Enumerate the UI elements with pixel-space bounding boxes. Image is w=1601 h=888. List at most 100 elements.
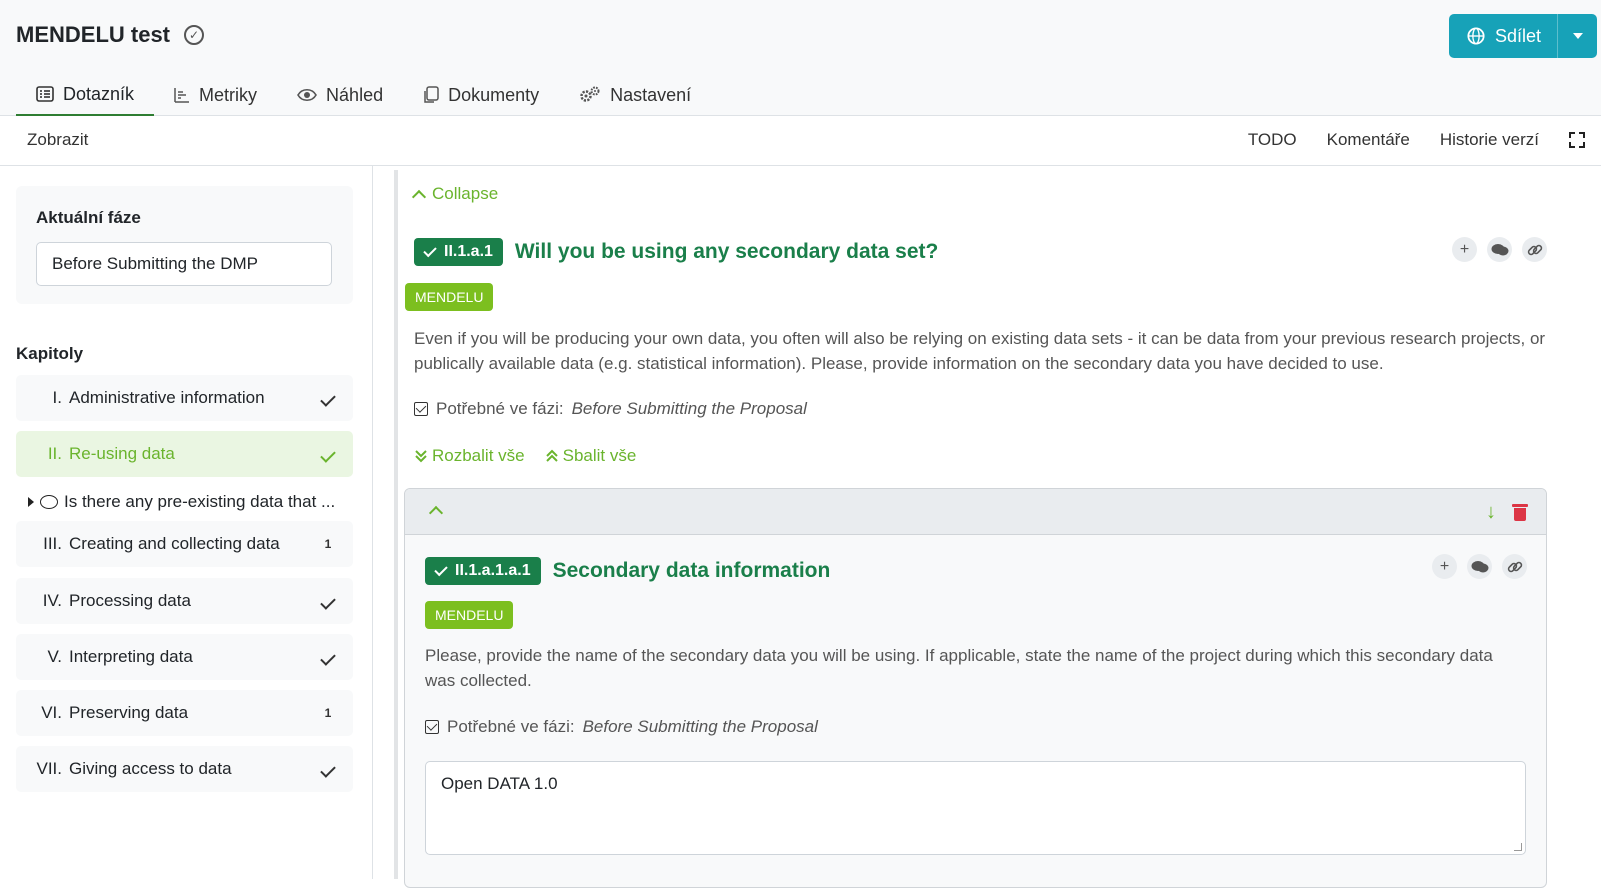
check-icon <box>320 594 336 610</box>
kb-tag: MENDELU <box>425 601 514 629</box>
collapse-all-label: Sbalit vše <box>562 446 637 465</box>
chapter-label: Administrative information <box>69 388 265 407</box>
double-chevron-down-icon <box>415 450 427 463</box>
plus-icon[interactable]: + <box>1452 237 1477 262</box>
phase-value: Before Submitting the Proposal <box>571 399 807 418</box>
chevron-up-icon <box>411 189 427 204</box>
unanswered-count: 1 <box>324 537 332 551</box>
copy-icon <box>424 86 439 103</box>
question-tree-label: Is there any pre-existing data that ... <box>64 492 336 511</box>
tab-label: Dokumenty <box>448 84 540 105</box>
status-check <box>303 444 353 464</box>
unanswered-count: 1 <box>324 706 332 720</box>
chapter-item-4[interactable]: IV. Processing data <box>16 578 353 624</box>
chapter-item-6[interactable]: VI. Preserving data 1 <box>16 690 353 736</box>
tab-dokumenty[interactable]: Dokumenty <box>403 74 559 116</box>
checkbox-icon <box>425 720 439 734</box>
chapter-item-1[interactable]: I. Administrative information <box>16 375 353 421</box>
chapter-number: II. <box>47 444 62 463</box>
collapse-button[interactable]: Collapse <box>411 184 499 204</box>
item-question-header: II.1.a.1.a.1 Secondary data information <box>425 557 830 585</box>
tab-label: Náhled <box>326 84 384 105</box>
expand-all-button[interactable]: Rozbalit vše <box>414 446 525 466</box>
tab-label: Dotazník <box>63 83 135 104</box>
questionnaire-main: Collapse II.1.a.1 Will you be using any … <box>374 166 1601 888</box>
trash-icon[interactable] <box>1512 503 1528 521</box>
chevron-up-icon[interactable] <box>428 505 444 521</box>
link-icon[interactable] <box>1502 554 1527 579</box>
check-icon <box>434 562 448 576</box>
check-circle-icon[interactable]: ✓ <box>184 25 205 45</box>
nesting-bar <box>394 170 398 879</box>
check-icon <box>320 762 336 778</box>
chapter-label: Creating and collecting data <box>69 534 280 553</box>
tab-bar: Dotazník Metriky Náhled Dokumenty Nastav… <box>16 74 711 116</box>
chapter-item-3[interactable]: III. Creating and collecting data 1 <box>16 521 353 567</box>
check-icon <box>320 447 336 463</box>
caret-right-icon <box>28 497 34 507</box>
chevron-down-icon <box>1572 33 1583 39</box>
question-tree-item[interactable]: Is there any pre-existing data that ... <box>28 492 348 512</box>
project-title-row: MENDELU test ✓ <box>16 22 205 48</box>
toolbar: Zobrazit TODO Komentáře Historie verzí <box>0 116 1601 166</box>
chapter-label: Giving access to data <box>69 759 232 778</box>
todo-button[interactable]: TODO <box>1248 130 1297 150</box>
expand-all-label: Rozbalit vše <box>432 446 525 465</box>
plus-icon[interactable]: + <box>1432 554 1457 579</box>
comments-icon[interactable] <box>1467 554 1492 579</box>
answer-text: Open DATA 1.0 <box>441 774 558 793</box>
phase-box: Aktuální fáze Before Submitting the DMP <box>16 186 353 304</box>
question-description: Even if you will be producing your own d… <box>414 329 1546 373</box>
comments-icon[interactable] <box>1487 237 1512 262</box>
kb-tag: MENDELU <box>405 283 494 311</box>
question-actions: + <box>1452 237 1547 262</box>
status-check <box>303 388 353 408</box>
chapter-number: IV. <box>42 591 62 610</box>
phase-select[interactable]: Before Submitting the DMP <box>36 242 332 286</box>
sidebar: Aktuální fáze Before Submitting the DMP … <box>0 166 373 879</box>
fullscreen-icon[interactable] <box>1569 132 1585 148</box>
chapter-number: V. <box>47 647 62 666</box>
phase-prefix: Potřebné ve fázi: <box>436 399 564 418</box>
share-button-group: Sdílet <box>1449 14 1597 58</box>
move-down-icon[interactable]: ↓ <box>1486 501 1496 524</box>
chapter-number: VI. <box>41 703 62 722</box>
tab-nastaveni[interactable]: Nastavení <box>559 74 711 116</box>
question-number: II.1.a.1 <box>444 243 493 260</box>
chart-icon <box>174 88 190 103</box>
toolbar-right: TODO Komentáře Historie verzí <box>1248 130 1585 150</box>
check-icon <box>320 650 336 666</box>
tab-label: Metriky <box>199 84 258 105</box>
checkbox-icon <box>414 402 428 416</box>
chapter-item-5[interactable]: V. Interpreting data <box>16 634 353 680</box>
chapter-number: I. <box>52 388 62 407</box>
collapse-all-button[interactable]: Sbalit vše <box>545 446 637 466</box>
tab-label: Nastavení <box>610 84 692 105</box>
share-label: Sdílet <box>1495 25 1542 46</box>
chapter-label: Re-using data <box>69 444 175 463</box>
resize-handle[interactable] <box>1514 843 1522 851</box>
list-item-card: ↓ II.1.a.1.a.1 Secondary data informatio… <box>404 488 1547 888</box>
status-check <box>303 591 353 611</box>
comments-button[interactable]: Komentáře <box>1327 130 1410 150</box>
chapter-item-2[interactable]: II. Re-using data <box>16 431 353 477</box>
answer-textarea[interactable]: Open DATA 1.0 <box>425 761 1526 855</box>
chapter-number: III. <box>43 534 62 553</box>
chapter-label: Interpreting data <box>69 647 193 666</box>
item-card-header: ↓ <box>405 489 1546 535</box>
history-button[interactable]: Historie verzí <box>1440 130 1539 150</box>
question-title: Secondary data information <box>552 559 831 582</box>
tab-nahled[interactable]: Náhled <box>277 74 403 116</box>
chapters-title: Kapitoly <box>16 344 84 363</box>
share-dropdown-toggle[interactable] <box>1557 14 1597 58</box>
phase-note: Potřebné ve fázi: Before Submitting the … <box>414 399 807 419</box>
chapter-item-7[interactable]: VII. Giving access to data <box>16 746 353 792</box>
question-number-badge: II.1.a.1.a.1 <box>425 557 541 585</box>
view-menu[interactable]: Zobrazit <box>27 130 88 150</box>
share-button[interactable]: Sdílet <box>1449 14 1557 58</box>
link-icon[interactable] <box>1522 237 1547 262</box>
collapse-label: Collapse <box>432 184 499 203</box>
tab-dotaznik[interactable]: Dotazník <box>16 74 155 116</box>
check-icon <box>320 391 336 407</box>
tab-metriky[interactable]: Metriky <box>154 74 277 116</box>
